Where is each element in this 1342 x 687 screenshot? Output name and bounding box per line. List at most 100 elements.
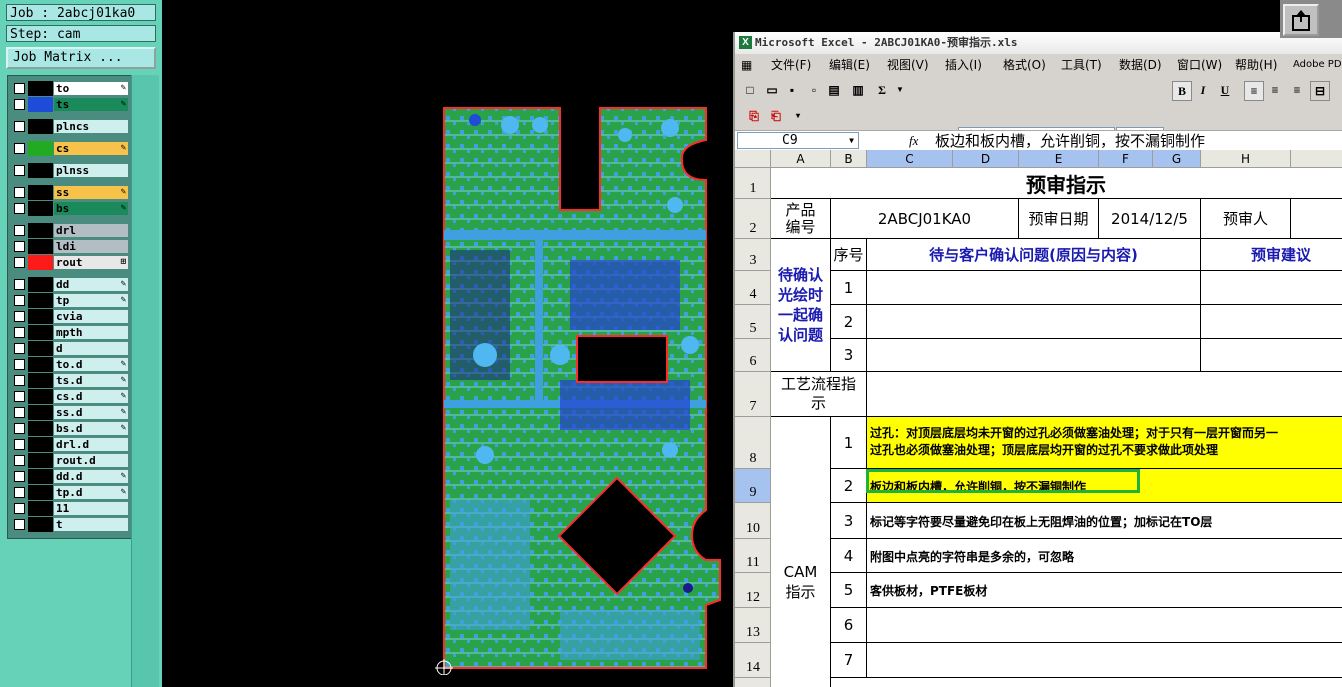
layer-row-plncs[interactable]: plncs [11, 119, 129, 134]
col-header-h[interactable]: H [1201, 150, 1291, 168]
layer-name[interactable]: drl [53, 223, 129, 238]
layer-name[interactable]: ts.d ✎ [53, 373, 129, 388]
issue-cell-1[interactable] [867, 271, 1201, 305]
layer-name[interactable]: bs.d ✎ [53, 421, 129, 436]
layer-row-mpth[interactable]: mpth [11, 325, 129, 340]
pcb-board-view[interactable] [430, 100, 730, 675]
layer-checkbox[interactable] [14, 99, 25, 110]
layer-name[interactable]: to ✎ [53, 81, 129, 96]
layer-row-11[interactable]: 11 [11, 501, 129, 516]
issue-cell-3[interactable] [867, 339, 1201, 372]
layer-color-swatch[interactable] [28, 421, 53, 436]
menu-tools[interactable]: 工具(T) [1061, 54, 1102, 76]
merge-center-button[interactable]: ⊟ [1310, 81, 1330, 101]
layer-name[interactable]: dd ✎ [53, 277, 129, 292]
name-box[interactable]: C9 ▼ [737, 132, 859, 149]
menu-format[interactable]: 格式(O) [1003, 54, 1046, 76]
row-header-3[interactable]: 3 [735, 239, 771, 271]
menu-insert[interactable]: 插入(I) [945, 54, 982, 76]
fx-icon[interactable]: fx [909, 131, 918, 151]
layer-row-cs-d[interactable]: cs.d ✎ [11, 389, 129, 404]
layer-color-swatch[interactable] [28, 201, 53, 216]
layer-name[interactable]: drl.d [53, 437, 129, 452]
email-icon[interactable]: ▤ [825, 81, 843, 99]
layer-color-swatch[interactable] [28, 239, 53, 254]
row-header-7[interactable]: 7 [735, 372, 771, 417]
layer-color-swatch[interactable] [28, 501, 53, 516]
layer-row-to-d[interactable]: to.d ✎ [11, 357, 129, 372]
layer-name[interactable]: ss.d ✎ [53, 405, 129, 420]
cam-seq-3[interactable]: 3 [831, 503, 867, 539]
italic-button[interactable]: I [1194, 81, 1212, 99]
cam-seq-2[interactable]: 2 [831, 469, 867, 503]
reviewer-label-cell[interactable]: 预审人 [1201, 199, 1291, 239]
product-no-cell[interactable]: 2ABCJ01KA0 [831, 199, 1019, 239]
col-header-g[interactable]: G [1153, 150, 1201, 168]
layer-name[interactable]: rout.d [53, 453, 129, 468]
layer-name[interactable]: cvia [53, 309, 129, 324]
autosum-dropdown-icon[interactable]: ▼ [891, 81, 909, 99]
col-header-c[interactable]: C [867, 150, 953, 168]
seq-cell-1[interactable]: 1 [831, 271, 867, 305]
col-header-f[interactable]: F [1099, 150, 1153, 168]
layer-color-swatch[interactable] [28, 97, 53, 112]
layer-checkbox[interactable] [14, 143, 25, 154]
formula-input[interactable]: 板边和板内槽，允许削铜，按不漏铜制作 [935, 131, 1205, 151]
select-all-corner[interactable] [735, 150, 771, 168]
seq-cell-2[interactable]: 2 [831, 305, 867, 339]
issue-cell-2[interactable] [867, 305, 1201, 339]
layer-name[interactable]: tp.d ✎ [53, 485, 129, 500]
layer-row-rout-d[interactable]: rout.d [11, 453, 129, 468]
layer-checkbox[interactable] [14, 165, 25, 176]
row-header-14[interactable]: 14 [735, 643, 771, 678]
col-header-d[interactable]: D [953, 150, 1019, 168]
cam-item-cell-6[interactable] [867, 608, 1342, 643]
layer-color-swatch[interactable] [28, 119, 53, 134]
layer-checkbox[interactable] [14, 225, 25, 236]
menu-data[interactable]: 数据(D) [1119, 54, 1162, 76]
layer-color-swatch[interactable] [28, 293, 53, 308]
layer-row-ss[interactable]: ss ✎ [11, 185, 129, 200]
permission-icon[interactable]: ▫ [805, 81, 823, 99]
row-header-10[interactable]: 10 [735, 503, 771, 539]
seq-cell-3[interactable]: 3 [831, 339, 867, 372]
job-matrix-button[interactable]: Job Matrix ... [6, 47, 156, 69]
layer-name[interactable]: bs ✎ [53, 201, 129, 216]
layer-checkbox[interactable] [14, 519, 25, 530]
layer-row-t[interactable]: t [11, 517, 129, 532]
cam-item-cell-3[interactable]: 标记等字符要尽量避免印在板上无阻焊油的位置；加标记在TO层 [867, 503, 1342, 539]
layer-row-drl[interactable]: drl [11, 223, 129, 238]
layer-checkbox[interactable] [14, 327, 25, 338]
layer-name[interactable]: plncs [53, 119, 129, 134]
row-header-6[interactable]: 6 [735, 339, 771, 372]
layer-checkbox[interactable] [14, 455, 25, 466]
issues-header-cell[interactable]: 待与客户确认问题(原因与内容) [867, 239, 1201, 271]
menu-edit[interactable]: 编辑(E) [829, 54, 870, 76]
layer-color-swatch[interactable] [28, 163, 53, 178]
layer-checkbox[interactable] [14, 439, 25, 450]
layer-color-swatch[interactable] [28, 277, 53, 292]
layer-checkbox[interactable] [14, 187, 25, 198]
row-header-8[interactable]: 8 [735, 417, 771, 469]
menu-view[interactable]: 视图(V) [887, 54, 929, 76]
pdf-convert-icon[interactable]: ⎘ [745, 107, 763, 125]
layer-color-swatch[interactable] [28, 405, 53, 420]
layer-name[interactable]: mpth [53, 325, 129, 340]
layer-row-ss-d[interactable]: ss.d ✎ [11, 405, 129, 420]
layer-name[interactable]: d [53, 341, 129, 356]
layer-name[interactable]: dd.d ✎ [53, 469, 129, 484]
cam-item-cell-7[interactable] [867, 643, 1342, 678]
layer-row-cs[interactable]: cs ✎ [11, 141, 129, 156]
new-icon[interactable]: □ [741, 81, 759, 99]
suggest-cell-3[interactable] [1201, 339, 1342, 372]
reviewer-value-cell[interactable] [1291, 199, 1342, 239]
layer-row-plnss[interactable]: plnss [11, 163, 129, 178]
row-header-15[interactable] [735, 678, 771, 687]
layer-name[interactable]: ldi [53, 239, 129, 254]
underline-button[interactable]: U [1216, 81, 1234, 99]
row-header-13[interactable]: 13 [735, 608, 771, 643]
layer-name[interactable]: tp ✎ [53, 293, 129, 308]
layer-row-tp-d[interactable]: tp.d ✎ [11, 485, 129, 500]
review-date-cell[interactable]: 2014/12/5 [1099, 199, 1201, 239]
layer-checkbox[interactable] [14, 471, 25, 482]
